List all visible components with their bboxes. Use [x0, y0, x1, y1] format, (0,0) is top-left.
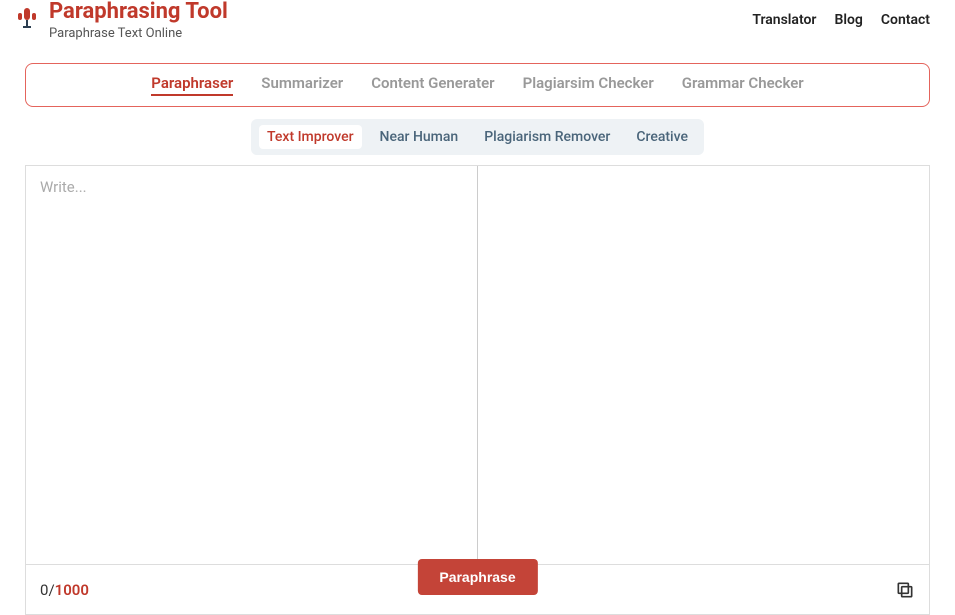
brand-title: Paraphrasing Tool	[49, 0, 228, 24]
counter-max: 1000	[55, 581, 89, 599]
header: Paraphrasing Tool Paraphrase Text Online…	[0, 0, 955, 51]
nav-contact[interactable]: Contact	[881, 12, 930, 28]
nav-translator[interactable]: Translator	[752, 12, 816, 28]
tabs-sub: Text Improver Near Human Plagiarism Remo…	[251, 119, 704, 155]
tab-plagiarism-remover[interactable]: Plagiarism Remover	[476, 125, 618, 149]
nav-blog[interactable]: Blog	[834, 12, 862, 28]
nav-links: Translator Blog Contact	[752, 12, 930, 28]
logo-icon	[15, 4, 39, 34]
tab-creative[interactable]: Creative	[628, 125, 696, 149]
input-textarea[interactable]	[26, 166, 477, 564]
char-counter: 0/1000	[40, 581, 89, 599]
editor-output-pane	[478, 166, 929, 564]
brand: Paraphrasing Tool Paraphrase Text Online	[15, 0, 228, 41]
brand-subtitle: Paraphrase Text Online	[49, 26, 228, 41]
tab-grammar-checker[interactable]: Grammar Checker	[682, 74, 804, 96]
tab-paraphraser[interactable]: Paraphraser	[151, 74, 233, 96]
copy-icon[interactable]	[895, 580, 915, 600]
editor-area	[25, 165, 930, 565]
editor-input-pane	[26, 166, 478, 564]
tabs-main: Paraphraser Summarizer Content Generater…	[25, 63, 930, 107]
paraphrase-button[interactable]: Paraphrase	[417, 559, 537, 595]
tab-summarizer[interactable]: Summarizer	[261, 74, 343, 96]
footer-bar: 0/1000 Paraphrase	[25, 565, 930, 615]
tab-near-human[interactable]: Near Human	[372, 125, 467, 149]
tab-plagiarism-checker[interactable]: Plagiarsim Checker	[523, 74, 654, 96]
tab-content-generater[interactable]: Content Generater	[371, 74, 494, 96]
tabs-sub-wrap: Text Improver Near Human Plagiarism Remo…	[0, 119, 955, 155]
tab-text-improver[interactable]: Text Improver	[259, 125, 362, 149]
